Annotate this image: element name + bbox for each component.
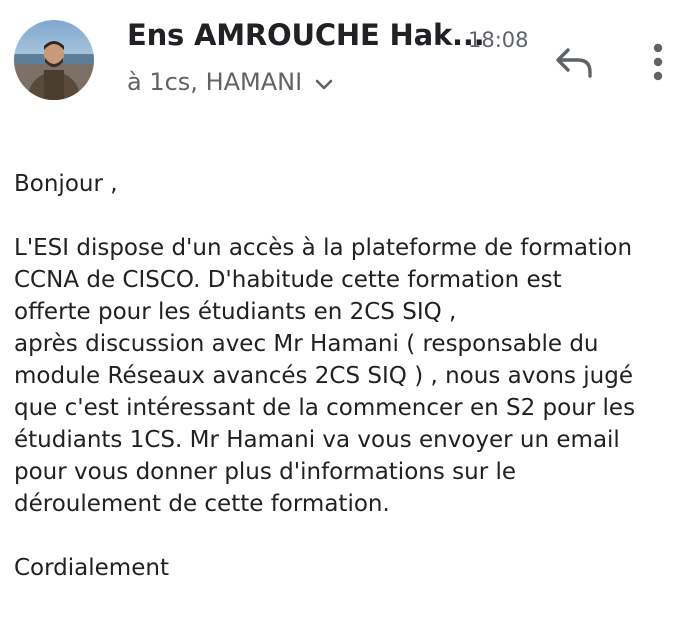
email-body: Bonjour , L'ESI dispose d'un accès à la …: [14, 168, 674, 584]
body-line: que c'est intéressant de la commencer en…: [14, 395, 636, 421]
chevron-down-icon[interactable]: [314, 77, 334, 91]
message-time: 18:08: [468, 28, 529, 52]
body-line: étudiants 1CS. Mr Hamani va vous envoyer…: [14, 427, 620, 453]
body-line: déroulement de cette formation.: [14, 491, 390, 517]
sender-avatar[interactable]: [14, 20, 94, 100]
recipients-text: à 1cs, HAMANI: [127, 68, 303, 96]
recipients-row[interactable]: à 1cs, HAMANI: [127, 68, 334, 96]
more-vert-icon: [653, 43, 663, 81]
greeting-text: Bonjour ,: [14, 171, 118, 197]
sender-name[interactable]: Ens AMROUCHE Hak...: [127, 18, 485, 52]
closing-text: Cordialement: [14, 555, 169, 581]
body-line: CCNA de CISCO. D'habitude cette formatio…: [14, 267, 562, 293]
body-line: L'ESI dispose d'un accès à la plateforme…: [14, 235, 633, 261]
body-line: après discussion avec Mr Hamani ( respon…: [14, 331, 599, 357]
reply-button[interactable]: [552, 42, 596, 82]
reply-icon: [556, 48, 592, 78]
more-options-button[interactable]: [640, 40, 676, 84]
body-line: module Réseaux avancés 2CS SIQ ) , nous …: [14, 363, 633, 389]
body-line: offerte pour les étudiants en 2CS SIQ ,: [14, 299, 457, 325]
avatar-photo: [14, 20, 94, 100]
email-header: Ens AMROUCHE Hak... 18:08 à 1cs, HAMANI: [0, 0, 684, 120]
body-line: pour vous donner plus d'informations sur…: [14, 459, 517, 485]
